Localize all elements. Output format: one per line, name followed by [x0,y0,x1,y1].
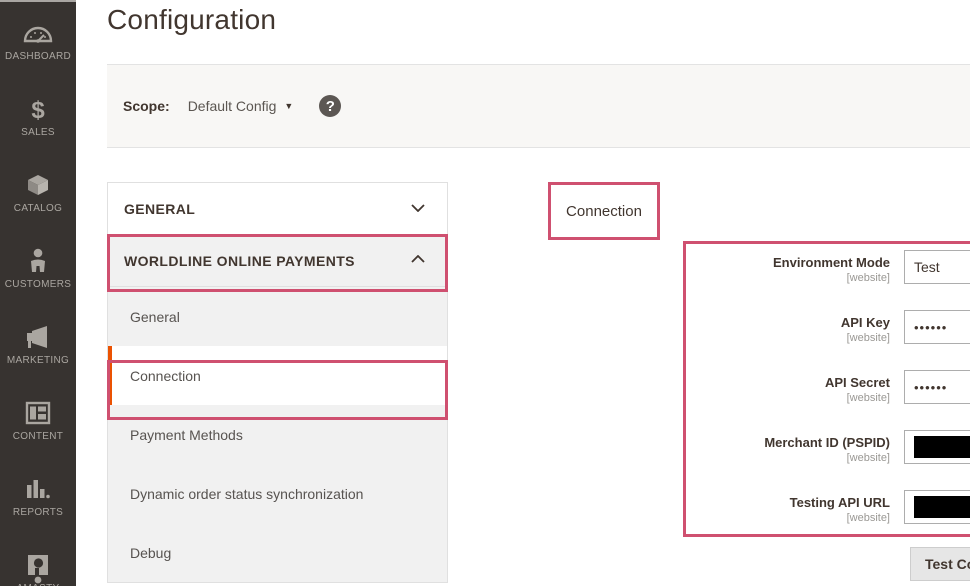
sidebar-item-reports[interactable]: REPORTS [0,458,76,534]
form-row: API Key [website] •••••• [682,306,970,366]
field-value: Test [914,259,940,275]
field-scope-note: [website] [846,331,890,344]
chevron-up-icon[interactable] [411,254,425,267]
sidebar-item-sales[interactable]: $ SALES [0,78,76,154]
chevron-down-icon[interactable]: ▼ [284,101,293,111]
sidebar-item-label: MARKETING [6,355,70,366]
person-icon [27,246,49,276]
help-icon[interactable]: ? [319,95,342,117]
config-subitem-label: Debug [130,544,172,561]
field-control: •••••• [904,366,970,404]
sidebar-item-label: CUSTOMERS [4,279,72,290]
field-label-block: API Secret [website] [682,366,904,404]
config-subitem-payment-methods[interactable]: Payment Methods [108,405,447,464]
gear-icon [34,576,42,584]
field-control [904,486,970,524]
field-label-block: API Key [website] [682,306,904,344]
field-control: •••••• [904,306,970,344]
bar-chart-icon [25,474,51,504]
redacted-value [914,496,970,518]
page-title: Configuration [107,4,277,35]
config-subitem-label: Connection [130,367,201,384]
field-label: Environment Mode [772,255,890,270]
sidebar-item-label: REPORTS [12,507,64,518]
config-section-label: GENERAL [124,200,196,217]
field-scope-note: [website] [846,511,890,524]
config-subitem-label: Payment Methods [130,426,243,443]
screen: DASHBOARD $ SALES CATALOG CUSTOMERS MARKET… [0,0,970,586]
sidebar-item-label: CONTENT [12,431,64,442]
sidebar-item-system-partial[interactable] [0,570,76,586]
chevron-down-icon[interactable] [411,202,425,215]
field-scope-note: [website] [846,271,890,284]
masked-value: •••••• [914,379,948,395]
field-label-block: Merchant ID (PSPID) [website] [682,426,904,464]
field-label-block: Testing API URL [website] [682,486,904,524]
form-row: API Secret [website] •••••• [682,366,970,426]
field-label: API Key [840,315,890,330]
bar-chart-icon [27,480,50,499]
connection-form: Environment Mode [website] Test API Key [w… [682,246,970,546]
field-control [904,426,970,464]
admin-sidebar: DASHBOARD $ SALES CATALOG CUSTOMERS MARKET… [0,0,76,586]
config-subitem-connection[interactable]: Connection [108,346,447,405]
field-input[interactable] [904,490,970,524]
field-control: Test [904,246,970,284]
environment-mode-select[interactable]: Test [904,250,970,284]
sidebar-nav-list: DASHBOARD $ SALES CATALOG CUSTOMERS MARKET… [0,2,76,586]
svg-text:$: $ [31,97,45,122]
test-connection-button[interactable]: Test Connection [910,547,970,581]
field-label-block: Environment Mode [website] [682,246,904,284]
redacted-value [914,436,970,458]
form-row: Testing API URL [website] [682,486,970,546]
scope-label: Scope: [123,98,170,114]
sidebar-item-dashboard[interactable]: DASHBOARD [0,2,76,78]
sidebar-item-label: SALES [21,127,55,138]
sidebar-item-label: DASHBOARD [4,51,72,62]
config-subitem-label: Dynamic order status synchronization [130,485,364,502]
field-input[interactable] [904,430,970,464]
person-icon [31,248,45,272]
connection-callout-label: Connection [566,202,642,220]
field-input[interactable]: •••••• [904,370,970,404]
connection-callout: Connection [548,182,660,240]
megaphone-icon [25,322,51,352]
field-label: API Secret [824,375,890,390]
masked-value: •••••• [914,319,948,335]
layout-icon [25,401,51,425]
field-scope-note: [website] [846,391,890,404]
config-subitem-debug[interactable]: Debug [108,523,447,582]
box-icon [28,175,48,195]
main-content: Configuration Scope: Default Config ▼ ? … [76,0,970,586]
scope-bar: Scope: Default Config ▼ ? [107,64,970,148]
sidebar-item-content[interactable]: CONTENT [0,382,76,458]
scope-selector-value[interactable]: Default Config [188,98,277,114]
dollar-icon: $ [27,94,49,124]
form-row: Merchant ID (PSPID) [website] [682,426,970,486]
sidebar-item-customers[interactable]: CUSTOMERS [0,230,76,306]
megaphone-icon [27,326,47,348]
sidebar-item-catalog[interactable]: CATALOG [0,154,76,230]
dollar-icon: $ [31,97,45,122]
dashboard-icon [23,26,53,43]
dashboard-icon [23,18,53,48]
sidebar-item-label: CATALOG [13,203,63,214]
layout-icon [25,398,51,428]
field-label: Testing API URL [789,495,890,510]
config-section-worldline-online-payments[interactable]: WORLDLINE ONLINE PAYMENTS [108,235,447,287]
config-section-general[interactable]: GENERAL [108,183,447,235]
configuration-nav-panel: GENERAL WORLDLINE ONLINE PAYMENTS Genera… [107,182,448,583]
config-subitem-general[interactable]: General [108,287,447,346]
field-scope-note: [website] [846,451,890,464]
field-input[interactable]: •••••• [904,310,970,344]
sidebar-item-marketing[interactable]: MARKETING [0,306,76,382]
box-icon [25,170,51,200]
field-label: Merchant ID (PSPID) [764,435,890,450]
config-section-label: WORLDLINE ONLINE PAYMENTS [124,252,355,269]
form-row: Environment Mode [website] Test [682,246,970,306]
config-subitem-label: General [130,308,180,325]
config-subitem-dynamic-order-status-synchronization[interactable]: Dynamic order status synchronization [108,464,447,523]
